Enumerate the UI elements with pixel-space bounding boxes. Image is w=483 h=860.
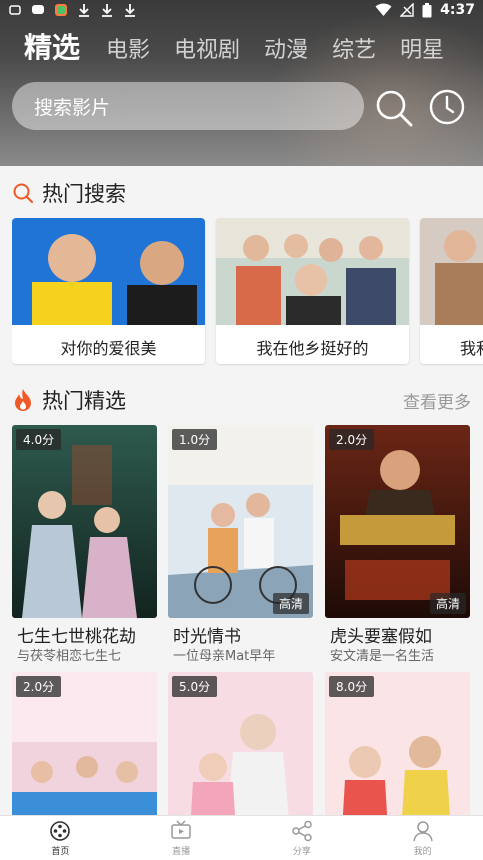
tab-stars[interactable]: 明星 xyxy=(400,32,444,64)
hot-search-image xyxy=(216,218,409,325)
top-tabs: 精选 电影 电视剧 动漫 综艺 明星 xyxy=(24,26,468,66)
hot-search-title: 热门搜索 xyxy=(42,182,126,206)
nav-home[interactable]: 首页 xyxy=(0,816,121,860)
poster-image xyxy=(12,425,157,618)
search-placeholder: 搜索影片 xyxy=(34,97,111,119)
bottom-nav: 首页 直播 分享 我的 xyxy=(0,815,483,860)
notification-icon xyxy=(9,5,21,15)
nav-live-label: 直播 xyxy=(172,847,191,857)
score-badge: 8.0分 xyxy=(329,676,375,697)
hd-badge: 高清 xyxy=(429,593,466,614)
hot-search-card[interactable]: 对你的爱很美 xyxy=(12,218,205,364)
movie-poster[interactable]: 2.0分 高清 xyxy=(325,425,470,618)
user-icon xyxy=(412,821,433,842)
wifi-icon xyxy=(375,3,392,16)
tab-anime[interactable]: 动漫 xyxy=(264,32,308,64)
movie-desc: 一位母亲Mat早年 xyxy=(173,649,276,664)
hot-search-header: 热门搜索 xyxy=(12,178,126,208)
hot-search-image xyxy=(420,218,483,325)
hot-search-list: 对你的爱很美 我在他乡挺好的 我和 xyxy=(12,218,483,366)
download-icon xyxy=(79,4,89,17)
battery-icon xyxy=(422,2,432,17)
nav-profile[interactable]: 我的 xyxy=(362,816,483,860)
nav-home-label: 首页 xyxy=(51,847,70,857)
score-badge: 5.0分 xyxy=(172,676,218,697)
hot-search-card[interactable]: 我在他乡挺好的 xyxy=(216,218,409,364)
score-badge: 4.0分 xyxy=(16,429,62,450)
score-badge: 1.0分 xyxy=(172,429,218,450)
score-badge: 2.0分 xyxy=(16,676,62,697)
movie-poster[interactable]: 4.0分 xyxy=(12,425,157,618)
tv-icon xyxy=(171,820,191,839)
tab-movies[interactable]: 电影 xyxy=(106,32,150,64)
home-film-icon xyxy=(50,821,71,841)
hot-search-card[interactable]: 我和 xyxy=(420,218,483,364)
movie-title[interactable]: 时光情书 xyxy=(173,622,241,647)
tab-tv-series[interactable]: 电视剧 xyxy=(174,32,240,64)
header: 4:37 精选 电影 电视剧 动漫 综艺 明星 搜索影片 xyxy=(0,0,483,166)
tab-variety[interactable]: 综艺 xyxy=(332,32,376,64)
movie-poster[interactable]: 1.0分 高清 xyxy=(168,425,313,618)
hd-badge: 高清 xyxy=(272,593,309,614)
hot-search-label: 对你的爱很美 xyxy=(60,339,157,358)
hot-search-image xyxy=(12,218,205,325)
tab-featured[interactable]: 精选 xyxy=(24,26,80,66)
search-icon xyxy=(13,183,34,204)
no-signal-icon xyxy=(400,3,414,17)
movie-desc: 安文清是一名生活 xyxy=(330,649,435,664)
history-clock-icon[interactable] xyxy=(428,88,466,126)
poster-image xyxy=(325,425,470,618)
movie-title[interactable]: 虎头要塞假如 xyxy=(330,622,432,647)
movie-title[interactable]: 七生七世桃花劫 xyxy=(17,622,136,647)
nav-share[interactable]: 分享 xyxy=(242,816,363,860)
hot-search-label: 我在他乡挺好的 xyxy=(256,339,369,358)
nav-profile-label: 我的 xyxy=(413,847,432,857)
movie-desc: 与茯苓相恋七生七 xyxy=(17,649,122,664)
hot-picks-header: 热门精选 xyxy=(12,385,126,415)
share-icon xyxy=(292,820,312,842)
status-bar: 4:37 xyxy=(0,0,483,24)
download-icon xyxy=(102,4,112,17)
nav-live[interactable]: 直播 xyxy=(121,816,242,860)
flame-icon xyxy=(15,389,31,411)
download-icon xyxy=(125,4,135,17)
hot-search-label: 我和 xyxy=(460,339,483,358)
app-icon xyxy=(55,4,67,16)
score-badge: 2.0分 xyxy=(329,429,375,450)
hot-picks-title: 热门精选 xyxy=(42,389,126,413)
status-time: 4:37 xyxy=(440,2,475,18)
view-more-link[interactable]: 查看更多 xyxy=(403,388,471,413)
search-icon[interactable] xyxy=(374,88,414,128)
search-input[interactable]: 搜索影片 xyxy=(12,82,364,130)
message-icon xyxy=(32,5,44,14)
poster-image xyxy=(168,425,313,618)
nav-share-label: 分享 xyxy=(292,847,311,857)
